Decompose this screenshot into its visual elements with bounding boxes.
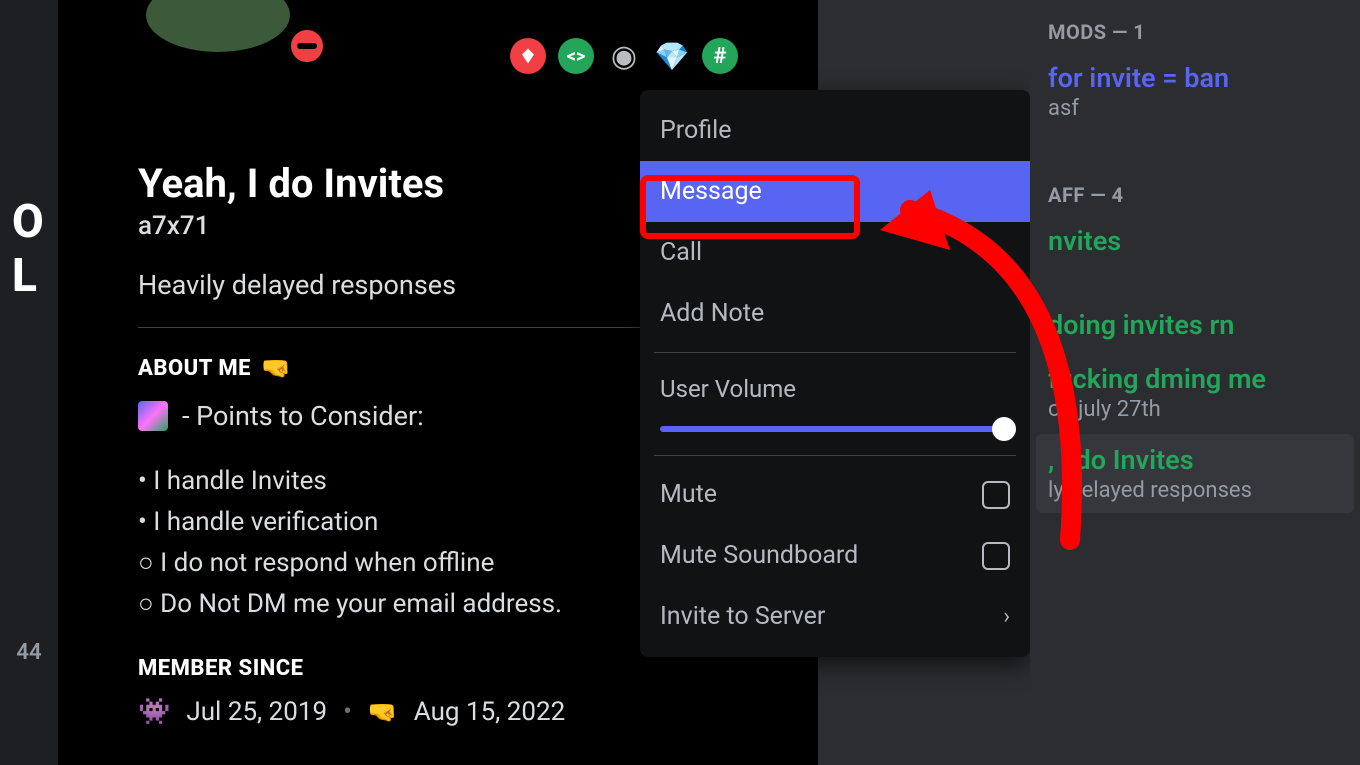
menu-add-note[interactable]: Add Note	[640, 283, 1030, 344]
partial-text: O L	[12, 195, 58, 303]
mute-soundboard-checkbox[interactable]	[982, 542, 1010, 570]
member-list: MODS — 1 for invite = ban asf AFF — 4 nv…	[1030, 0, 1360, 765]
user-avatar[interactable]	[138, 0, 298, 60]
member-since-title: MEMBER SINCE	[138, 656, 738, 681]
hash-badge-icon: #	[702, 38, 738, 74]
discord-join-date: Jul 25, 2019	[186, 697, 327, 727]
role-header-staff: AFF — 4	[1048, 183, 1342, 207]
member-item[interactable]: for invite = ban asf	[1048, 62, 1342, 121]
boost-badge-icon: 💎	[654, 38, 690, 74]
menu-invite-to-server[interactable]: Invite to Server ›	[640, 586, 1030, 647]
member-item-selected[interactable]: , I do Invites ly delayed responses	[1036, 434, 1354, 513]
menu-profile[interactable]: Profile	[640, 100, 1030, 161]
avatar-area: <> ◉ 💎 #	[98, 0, 778, 100]
sparkle-icon	[138, 401, 168, 431]
member-since-section: MEMBER SINCE 👾 Jul 25, 2019 • 🤜 Aug 15, …	[138, 656, 738, 727]
menu-divider	[654, 352, 1016, 353]
profile-badges: <> ◉ 💎 #	[510, 38, 738, 74]
hypesquad-badge-icon	[510, 38, 546, 74]
server-list-edge: O L 44	[0, 0, 58, 765]
dnd-status-icon	[283, 22, 331, 70]
member-item[interactable]: nvites	[1048, 225, 1342, 257]
menu-call[interactable]: Call	[640, 222, 1030, 283]
mute-soundboard-label: Mute Soundboard	[660, 541, 858, 570]
volume-track	[660, 426, 1010, 432]
volume-thumb[interactable]	[992, 417, 1016, 441]
member-since-row: 👾 Jul 25, 2019 • 🤜 Aug 15, 2022	[138, 697, 738, 727]
dot-separator: •	[343, 697, 352, 727]
member-status: ly delayed responses	[1048, 478, 1342, 503]
user-volume-label: User Volume	[640, 361, 1030, 413]
chevron-right-icon: ›	[1003, 604, 1010, 629]
user-context-menu: Profile Message Call Add Note User Volum…	[640, 90, 1030, 657]
discord-logo-icon: 👾	[138, 697, 170, 727]
about-me-label: ABOUT ME	[138, 356, 251, 381]
member-status: asf	[1048, 96, 1342, 121]
menu-message[interactable]: Message	[640, 161, 1030, 222]
member-name: doing invites rn	[1048, 309, 1342, 341]
role-header-mods: MODS — 1	[1048, 20, 1342, 44]
volume-slider[interactable]	[660, 417, 1010, 441]
member-status: on july 27th	[1048, 397, 1342, 422]
menu-mute-soundboard[interactable]: Mute Soundboard	[640, 525, 1030, 586]
developer-badge-icon: <>	[558, 38, 594, 74]
about-heading: - Points to Consider:	[182, 400, 424, 432]
server-emoji-icon: 🤜	[368, 698, 398, 726]
member-name: fucking dming me	[1048, 363, 1342, 395]
nitro-badge-icon: ◉	[606, 38, 642, 74]
mute-checkbox[interactable]	[982, 481, 1010, 509]
wu-emoji-icon: 🤜	[261, 354, 291, 382]
member-name: nvites	[1048, 225, 1342, 257]
mute-label: Mute	[660, 480, 717, 509]
badge-count: 44	[16, 640, 41, 665]
member-name: for invite = ban	[1048, 62, 1342, 94]
member-item[interactable]: doing invites rn	[1048, 309, 1342, 341]
member-name: , I do Invites	[1048, 444, 1342, 476]
menu-divider	[654, 455, 1016, 456]
invite-label: Invite to Server	[660, 602, 825, 631]
menu-mute[interactable]: Mute	[640, 464, 1030, 525]
member-item[interactable]: fucking dming me on july 27th	[1048, 363, 1342, 422]
server-join-date: Aug 15, 2022	[414, 697, 565, 727]
